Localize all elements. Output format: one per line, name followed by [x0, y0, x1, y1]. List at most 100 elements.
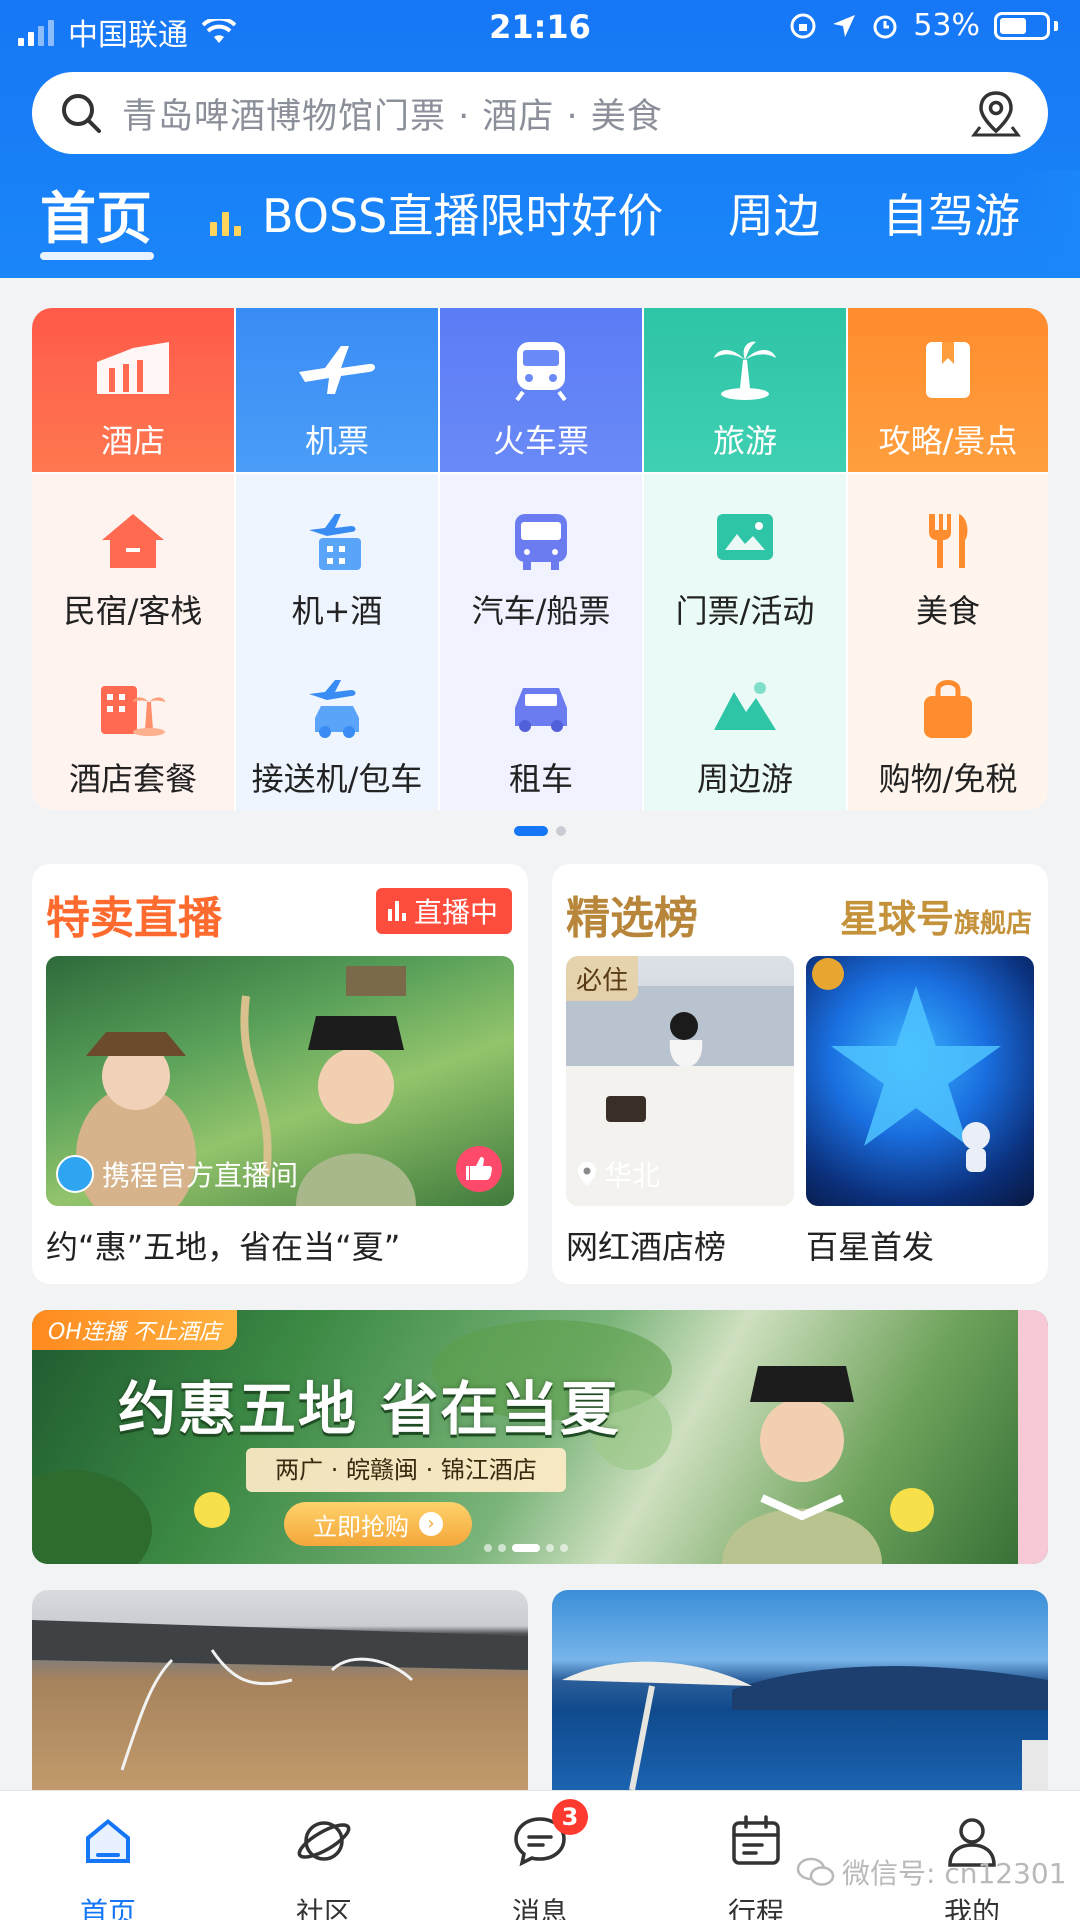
wechat-watermark: 微信号: cn12301 [796, 1852, 1067, 1892]
transfer-icon [309, 680, 359, 738]
guidebook-icon [926, 342, 970, 398]
fork-knife-icon [929, 514, 968, 568]
mountain-icon [714, 682, 776, 730]
banner-host-graphic [722, 1366, 882, 1564]
palm-tree-icon [714, 341, 776, 400]
location-pin-icon [578, 1162, 596, 1186]
category-nearby-trip[interactable]: 周边游 [644, 642, 846, 810]
category-hotel-package[interactable]: 酒店套餐 [32, 642, 234, 810]
battery-icon [994, 11, 1050, 40]
category-food[interactable]: 美食 [848, 474, 1048, 642]
tab-home[interactable]: 首页 [40, 174, 152, 255]
train-icon [515, 342, 567, 402]
search-bar[interactable]: 青岛啤酒博物馆门票 · 酒店 · 美食 [32, 72, 1048, 154]
ranking-item-stars: 百星首发 [806, 1228, 935, 1266]
category-label: 美食 [915, 592, 980, 630]
live-caption-text: 携程官方直播间 [102, 1159, 299, 1192]
featured-ranking-card[interactable]: 精选榜 星球号旗舰店 必住 华北 网红酒店榜 百星首发 [552, 864, 1048, 1284]
watermark-text: 微信号: cn12301 [842, 1857, 1067, 1890]
sea-scene-graphic [562, 1661, 1048, 1790]
live-caption: 携程官方直播间 [56, 1154, 298, 1194]
live-signal-icon [387, 901, 406, 921]
category-label: 酒店套餐 [68, 760, 197, 798]
location-text: 华北 [604, 1159, 661, 1192]
nav-profile-label: 我的 [943, 1896, 1000, 1920]
category-transfer[interactable]: 接送机/包车 [236, 642, 438, 810]
feed-card-wall[interactable] [32, 1590, 528, 1790]
banner-dot [560, 1544, 568, 1552]
nav-trips-label: 行程 [727, 1896, 784, 1920]
banner-subtitle: 两广 · 皖赣闽 · 锦江酒店 [246, 1448, 566, 1492]
map-pin-icon[interactable] [970, 87, 1022, 139]
live-badge: 直播中 [375, 888, 512, 934]
like-icon[interactable] [456, 1146, 502, 1192]
flagship-store-title: 星球号旗舰店 [840, 888, 1032, 943]
category-flight-hotel[interactable]: 机+酒 [236, 474, 438, 642]
search-placeholder: 青岛啤酒博物馆门票 · 酒店 · 美食 [122, 96, 663, 137]
tab-self-drive[interactable]: 自驾游 [882, 180, 1020, 246]
bus-icon [515, 514, 567, 570]
live-stream-thumbnail[interactable]: 携程官方直播间 [46, 956, 514, 1206]
hotel-icon [97, 342, 169, 394]
banner-dot [484, 1544, 492, 1552]
tabs-fade [1020, 170, 1080, 270]
influencer-hotel-image[interactable]: 必住 华北 [566, 956, 794, 1206]
nav-home-label: 首页 [79, 1896, 136, 1920]
category-car-rental[interactable]: 租车 [440, 642, 642, 810]
category-label: 汽车/船票 [471, 592, 611, 630]
banner-dot-active [512, 1544, 540, 1552]
tab-nearby[interactable]: 周边 [728, 180, 820, 246]
nav-messages-label: 消息 [511, 1896, 568, 1920]
next-banner-peek [1018, 1310, 1048, 1564]
promo-banner[interactable]: OH连播 不止酒店 约惠五地 省在当夏 两广 · 皖赣闽 · 锦江酒店 立即抢购… [32, 1310, 1048, 1564]
category-label: 民宿/客栈 [63, 592, 203, 630]
category-travel[interactable]: 旅游 [644, 308, 846, 472]
category-label: 火车票 [492, 422, 589, 460]
category-guide[interactable]: 攻略/景点 [848, 308, 1048, 472]
battery-cap [1054, 20, 1058, 31]
category-bus-ship[interactable]: 汽车/船票 [440, 474, 642, 642]
live-badge-text: 直播中 [413, 896, 498, 929]
page-dot [556, 826, 566, 836]
tab-boss-live[interactable]: BOSS直播限时好价 [262, 180, 663, 246]
wall-scene-graphic [32, 1620, 528, 1771]
calendar-icon [732, 1815, 780, 1865]
category-label: 周边游 [696, 760, 793, 798]
tab-active-indicator [40, 252, 154, 260]
wechat-icon [796, 1857, 835, 1886]
category-label: 接送机/包车 [251, 760, 423, 798]
category-train[interactable]: 火车票 [440, 308, 642, 472]
flight-hotel-icon [309, 514, 361, 570]
header: 中国联通 21:16 53% 青岛啤酒博物馆门票 · 酒店 · 美食 首页 BO… [0, 0, 1080, 278]
category-flight[interactable]: 机票 [236, 308, 438, 472]
flagship-main: 星球号 [839, 897, 954, 941]
category-hotel[interactable]: 酒店 [32, 308, 234, 472]
status-bar: 中国联通 21:16 53% [0, 0, 1080, 56]
category-label: 机票 [304, 422, 369, 460]
ranking-item-hotels: 网红酒店榜 [566, 1228, 727, 1266]
category-tickets[interactable]: 门票/活动 [644, 474, 846, 642]
category-label: 旅游 [712, 422, 777, 460]
banner-page-indicator [484, 1544, 568, 1552]
buy-now-label: 立即抢购 [313, 1512, 409, 1541]
category-homestay[interactable]: 民宿/客栈 [32, 474, 234, 642]
category-label: 酒店 [100, 422, 165, 460]
home-icon [86, 1819, 130, 1863]
banner-dot [546, 1544, 554, 1552]
grid-page-indicator [0, 826, 1080, 836]
live-sale-card[interactable]: 特卖直播 直播中 携程官方直播间 约“惠”五地，省在当“夏” [32, 864, 528, 1284]
star-graphic [812, 958, 1001, 1172]
buy-now-button[interactable]: 立即抢购 › [284, 1502, 472, 1546]
category-shopping[interactable]: 购物/免税 [848, 642, 1048, 810]
category-label: 购物/免税 [878, 760, 1018, 798]
rotation-lock-icon [790, 13, 816, 38]
feed-card-sea[interactable] [552, 1590, 1048, 1790]
search-icon [62, 94, 101, 133]
location-label: 华北 [576, 1154, 660, 1194]
live-card-desc: 约“惠”五地，省在当“夏” [46, 1228, 401, 1266]
star-launch-image[interactable] [806, 956, 1034, 1206]
page-dot-active [514, 826, 548, 836]
planet-icon [297, 1821, 351, 1861]
ranking-title: 精选榜 [566, 893, 698, 944]
top-tabs: 首页 BOSS直播限时好价 周边 自驾游 [0, 170, 1080, 270]
